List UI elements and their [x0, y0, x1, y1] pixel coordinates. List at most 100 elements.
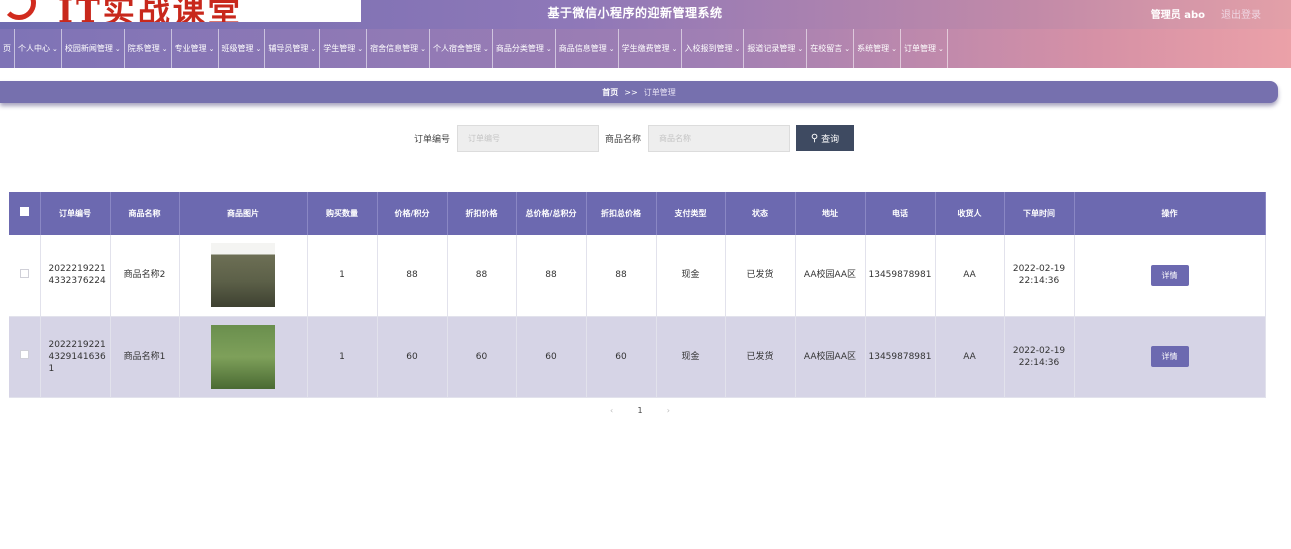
nav-item-label: 页: [3, 44, 11, 53]
nav-item-label: 在校留言: [810, 44, 843, 53]
detail-button[interactable]: 详情: [1150, 346, 1189, 367]
chevron-down-icon: ⌄: [161, 44, 168, 53]
search-bar: 订单编号 商品名称 ⚲ 查询: [0, 125, 1291, 152]
search-button-label: 查询: [821, 133, 840, 144]
product-image: [211, 324, 275, 389]
detail-button[interactable]: 详情: [1150, 264, 1189, 286]
cell-price: 88: [377, 235, 448, 317]
cell-name: 商品名称2: [110, 235, 180, 317]
breadcrumb-home[interactable]: 首页: [602, 87, 618, 98]
breadcrumb-current: 订单管理: [643, 87, 676, 97]
column-header: 折扣总价格: [586, 192, 657, 235]
cell-discount-price: 88: [447, 235, 517, 317]
chevron-down-icon: ⌄: [844, 44, 851, 53]
cell-receiver: AA: [935, 316, 1005, 398]
top-header: IT实战课堂 基于微信小程序的迎新管理系统 管理员 abo 退出登录: [0, 0, 1291, 29]
logo-icon: [2, 0, 36, 20]
nav-item-label: 院系管理: [127, 44, 160, 53]
cell-discount-price: 60: [447, 316, 517, 398]
nav-item-label: 系统管理: [857, 44, 890, 53]
nav-item[interactable]: 学生缴费管理 ⌄: [619, 29, 682, 68]
page-number[interactable]: 1: [637, 406, 642, 415]
main-nav: 页个人中心 ⌄ 校园新闻管理 ⌄ 院系管理 ⌄ 专业管理 ⌄ 班级管理 ⌄ 辅导员管理 ⌄ 学生管理 ⌄ 宿…: [0, 29, 1291, 68]
logo-text: IT实战课堂: [58, 0, 243, 22]
nav-item[interactable]: 商品信息管理 ⌄: [556, 29, 619, 68]
chevron-down-icon: ⌄: [797, 44, 804, 53]
select-all-cell: [9, 192, 41, 235]
cell-time: 2022-02-19 22:14:36: [1004, 235, 1075, 317]
column-header: 订单编号: [40, 192, 111, 235]
cell-status: 已发货: [725, 235, 796, 317]
cell-phone: 13459878981: [865, 316, 936, 398]
nav-item[interactable]: 页: [0, 29, 15, 68]
product-name-label: 商品名称: [605, 135, 642, 145]
product-name-input[interactable]: [648, 125, 790, 152]
order-no-label: 订单编号: [414, 135, 451, 145]
chevron-down-icon: ⌄: [483, 44, 489, 53]
nav-item[interactable]: 系统管理 ⌄: [854, 29, 901, 68]
nav-item-label: 商品分类管理: [495, 44, 544, 53]
action-cell: 详情: [1074, 235, 1266, 317]
next-page-button[interactable]: ›: [667, 406, 670, 415]
cell-qty: 1: [307, 316, 378, 398]
cell-order-no: 20222192214332376224: [40, 235, 111, 317]
nav-item[interactable]: 班级管理 ⌄: [219, 29, 266, 68]
nav-item[interactable]: 个人宿舍管理 ⌄: [430, 29, 493, 68]
product-image-cell: [179, 235, 308, 317]
prev-page-button[interactable]: ‹: [610, 406, 613, 415]
nav-item-label: 报道记录管理: [747, 44, 796, 53]
chevron-down-icon: ⌄: [608, 44, 615, 53]
column-header: 下单时间: [1004, 192, 1075, 235]
nav-item[interactable]: 宿舍信息管理 ⌄: [367, 29, 430, 68]
column-header: 购买数量: [307, 192, 378, 235]
table-header-row: 订单编号 商品名称 商品图片 购买数量 价格/积分 折扣价格 总价格/总积分 折扣总价格 支付类…: [9, 192, 1266, 235]
nav-item[interactable]: 院系管理 ⌄: [125, 29, 172, 68]
nav-item[interactable]: 商品分类管理 ⌄: [493, 29, 556, 68]
nav-item-label: 个人中心: [18, 44, 50, 53]
nav-item[interactable]: 校园新闻管理 ⌄: [62, 29, 125, 68]
nav-item-label: 个人宿舍管理: [433, 44, 481, 53]
nav-item-label: 学生管理: [323, 44, 356, 53]
nav-item[interactable]: 入校报到管理 ⌄: [682, 29, 745, 68]
cell-address: AA校园AA区: [795, 316, 866, 398]
nav-item[interactable]: 在校留言 ⌄: [807, 29, 855, 68]
nav-item-label: 校园新闻管理: [64, 44, 113, 53]
row-checkbox[interactable]: [19, 268, 29, 278]
nav-item[interactable]: 个人中心 ⌄: [15, 29, 62, 68]
cell-total: 60: [516, 316, 587, 398]
pagination: ‹ 1 ›: [610, 406, 670, 415]
logout-link[interactable]: 退出登录: [1221, 6, 1261, 21]
column-header: 电话: [865, 192, 936, 235]
chevron-down-icon: ⌄: [420, 44, 426, 53]
nav-item[interactable]: 订单管理 ⌄: [901, 29, 948, 68]
search-icon: ⚲: [810, 132, 819, 144]
order-no-input[interactable]: [457, 125, 599, 152]
row-select-cell: [9, 316, 41, 398]
select-all-checkbox[interactable]: [19, 207, 29, 216]
nav-item-label: 商品信息管理: [558, 44, 607, 53]
column-header: 地址: [795, 192, 866, 235]
cell-status: 已发货: [725, 316, 796, 398]
nav-item[interactable]: 辅导员管理 ⌄: [265, 29, 321, 68]
product-image-cell: [179, 316, 308, 398]
breadcrumb-separator: >>: [624, 87, 638, 97]
chevron-down-icon: ⌄: [357, 44, 364, 53]
row-checkbox[interactable]: [19, 350, 29, 359]
search-button[interactable]: ⚲ 查询: [796, 125, 854, 151]
table-row[interactable]: 20222192214332376224 商品名称2 1 88 88 88 88 现金 已发货 A…: [9, 235, 1266, 317]
nav-item[interactable]: 专业管理 ⌄: [172, 29, 219, 68]
nav-item-label: 专业管理: [174, 44, 207, 53]
nav-item[interactable]: 报道记录管理 ⌄: [744, 29, 808, 68]
chevron-down-icon: ⌄: [891, 44, 897, 53]
nav-item[interactable]: 学生管理 ⌄: [320, 29, 368, 68]
chevron-down-icon: ⌄: [671, 44, 678, 53]
column-header: 支付类型: [656, 192, 726, 235]
chevron-down-icon: ⌄: [208, 44, 215, 53]
cell-order-no: 202221922143291416361: [40, 316, 111, 398]
action-cell: 详情: [1074, 316, 1266, 398]
column-header: 折扣价格: [447, 192, 517, 235]
column-header: 总价格/总积分: [516, 192, 587, 235]
cell-price: 60: [377, 316, 448, 398]
table-row[interactable]: 202221922143291416361 商品名称1 1 60 60 60 60 现金 已发货…: [9, 316, 1266, 398]
column-header: 状态: [725, 192, 796, 235]
